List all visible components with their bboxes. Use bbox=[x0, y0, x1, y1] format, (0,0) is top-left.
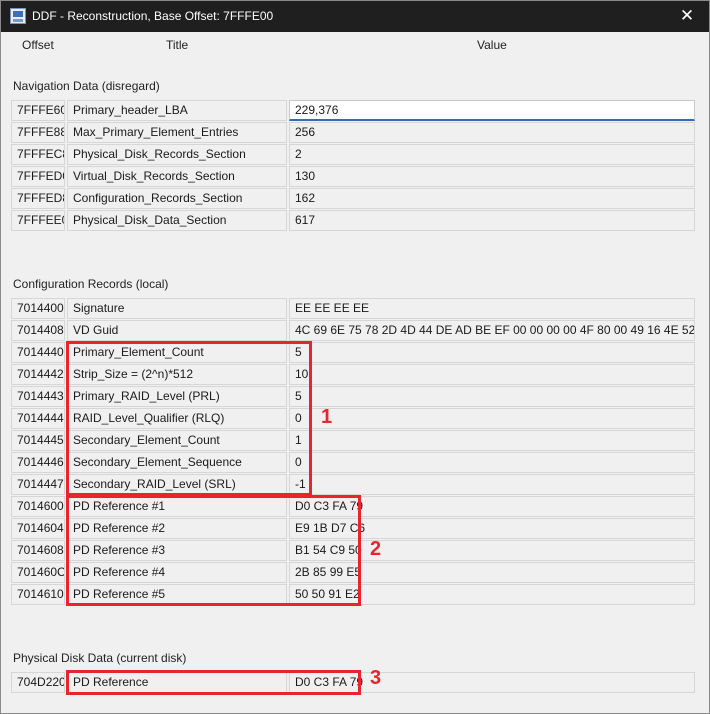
value-field[interactable]: 256 bbox=[289, 122, 695, 143]
title-cell: Physical_Disk_Data_Section bbox=[67, 210, 287, 231]
column-header-value: Value bbox=[477, 38, 507, 52]
offset-cell: 7014442 bbox=[11, 364, 65, 385]
title-cell: RAID_Level_Qualifier (RLQ) bbox=[67, 408, 287, 429]
value-field-active[interactable]: 229,376 bbox=[289, 100, 695, 121]
title-cell: Secondary_Element_Count bbox=[67, 430, 287, 451]
column-header-offset: Offset bbox=[22, 38, 54, 52]
value-field[interactable]: D0 C3 FA 79 bbox=[289, 496, 695, 517]
title-cell: Secondary_RAID_Level (SRL) bbox=[67, 474, 287, 495]
title-cell: PD Reference #5 bbox=[67, 584, 287, 605]
offset-cell: 7014446 bbox=[11, 452, 65, 473]
annotation-label-2: 2 bbox=[370, 538, 382, 560]
title-cell: PD Reference #2 bbox=[67, 518, 287, 539]
value-field[interactable]: 162 bbox=[289, 188, 695, 209]
value-field[interactable]: EE EE EE EE bbox=[289, 298, 695, 319]
title-cell: Primary_RAID_Level (PRL) bbox=[67, 386, 287, 407]
title-cell: PD Reference #3 bbox=[67, 540, 287, 561]
offset-cell: 7014445 bbox=[11, 430, 65, 451]
title-cell: Max_Primary_Element_Entries bbox=[67, 122, 287, 143]
title-cell: VD Guid bbox=[67, 320, 287, 341]
title-cell: Physical_Disk_Records_Section bbox=[67, 144, 287, 165]
offset-cell: 7FFFEE0 bbox=[11, 210, 65, 231]
window-title: DDF - Reconstruction, Base Offset: 7FFFE… bbox=[32, 9, 274, 23]
value-field[interactable]: D0 C3 FA 79 bbox=[289, 672, 695, 693]
offset-cell: 7014400 bbox=[11, 298, 65, 319]
offset-cell: 7FFFED8 bbox=[11, 188, 65, 209]
offset-cell: 7014408 bbox=[11, 320, 65, 341]
column-header-title: Title bbox=[166, 38, 189, 52]
value-field[interactable]: 1 bbox=[289, 430, 695, 451]
offset-cell: 7014608 bbox=[11, 540, 65, 561]
title-cell: Strip_Size = (2^n)*512 bbox=[67, 364, 287, 385]
title-cell: Primary_header_LBA bbox=[67, 100, 287, 121]
title-cell: Primary_Element_Count bbox=[67, 342, 287, 363]
annotation-label-3: 3 bbox=[370, 667, 382, 689]
offset-cell: 7014444 bbox=[11, 408, 65, 429]
value-field[interactable]: E9 1B D7 C6 bbox=[289, 518, 695, 539]
offset-cell: 7014600 bbox=[11, 496, 65, 517]
value-field[interactable]: 5 bbox=[289, 342, 695, 363]
title-cell: PD Reference #1 bbox=[67, 496, 287, 517]
offset-cell: 7014447 bbox=[11, 474, 65, 495]
annotation-label-1: 1 bbox=[321, 406, 333, 428]
title-cell: Configuration_Records_Section bbox=[67, 188, 287, 209]
offset-cell: 7FFFED0 bbox=[11, 166, 65, 187]
offset-cell: 7014604 bbox=[11, 518, 65, 539]
value-field[interactable]: 50 50 91 E2 bbox=[289, 584, 695, 605]
navigation-section-title: Navigation Data (disregard) bbox=[13, 79, 160, 93]
value-field[interactable]: -1 bbox=[289, 474, 695, 495]
value-field[interactable]: 2B 85 99 E5 bbox=[289, 562, 695, 583]
title-cell: Secondary_Element_Sequence bbox=[67, 452, 287, 473]
offset-cell: 7FFFEC8 bbox=[11, 144, 65, 165]
offset-cell: 7014443 bbox=[11, 386, 65, 407]
value-field[interactable]: 5 bbox=[289, 386, 695, 407]
title-cell: PD Reference bbox=[67, 672, 287, 693]
configuration-section-title: Configuration Records (local) bbox=[13, 277, 169, 291]
value-field[interactable]: 4C 69 6E 75 78 2D 4D 44 DE AD BE EF 00 0… bbox=[289, 320, 695, 341]
value-field[interactable]: 0 bbox=[289, 452, 695, 473]
physical-disk-section-title: Physical Disk Data (current disk) bbox=[13, 651, 187, 665]
value-field[interactable]: 617 bbox=[289, 210, 695, 231]
app-icon bbox=[10, 8, 26, 24]
title-cell: Signature bbox=[67, 298, 287, 319]
title-cell: Virtual_Disk_Records_Section bbox=[67, 166, 287, 187]
title-cell: PD Reference #4 bbox=[67, 562, 287, 583]
value-field[interactable]: 10 bbox=[289, 364, 695, 385]
offset-cell: 701460C bbox=[11, 562, 65, 583]
value-field[interactable]: 2 bbox=[289, 144, 695, 165]
offset-cell: 704D220 bbox=[11, 672, 65, 693]
value-field[interactable]: 130 bbox=[289, 166, 695, 187]
close-icon[interactable]: ✕ bbox=[665, 1, 709, 32]
offset-cell: 7014440 bbox=[11, 342, 65, 363]
offset-cell: 7FFFE88 bbox=[11, 122, 65, 143]
offset-cell: 7FFFE60 bbox=[11, 100, 65, 121]
value-field[interactable]: 0 bbox=[289, 408, 695, 429]
title-bar[interactable]: DDF - Reconstruction, Base Offset: 7FFFE… bbox=[1, 1, 709, 32]
ddf-window: DDF - Reconstruction, Base Offset: 7FFFE… bbox=[0, 0, 710, 714]
offset-cell: 7014610 bbox=[11, 584, 65, 605]
value-field[interactable]: B1 54 C9 50 bbox=[289, 540, 695, 561]
